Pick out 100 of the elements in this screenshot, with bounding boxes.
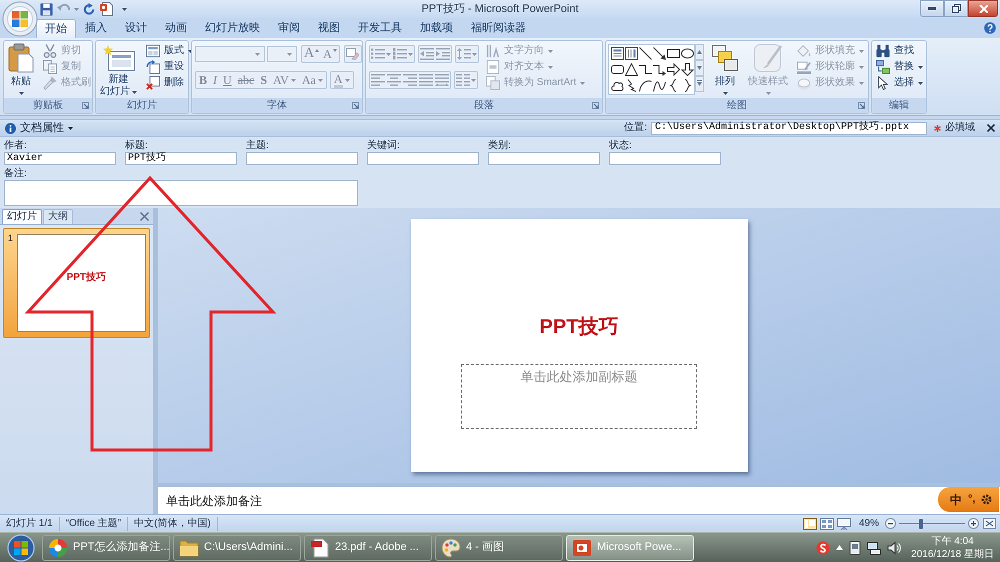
input-field[interactable] (246, 152, 358, 165)
vertical-text-box-icon[interactable] (625, 47, 638, 60)
location-field[interactable]: C:\Users\Administrator\Desktop\PPT技巧.pptx (651, 122, 927, 134)
ribbon-button[interactable]: 新建 幻灯片 (98, 42, 139, 98)
comments-field[interactable] (4, 180, 358, 206)
minimize-button[interactable] (920, 0, 944, 17)
dialog-launcher-icon[interactable] (858, 102, 865, 109)
elbow-arrow-icon[interactable] (653, 63, 666, 76)
curve-icon[interactable] (653, 79, 666, 92)
triangle-up-icon[interactable] (836, 545, 844, 550)
ribbon-tab[interactable]: 插入 (76, 19, 116, 38)
input-field[interactable] (488, 152, 600, 165)
ribbon-button[interactable]: 重设 (144, 59, 195, 75)
arc-icon[interactable] (639, 79, 652, 92)
ribbon-button[interactable]: 选择 (874, 75, 925, 91)
rectangle-icon[interactable] (667, 47, 680, 60)
caret-icon (408, 52, 413, 56)
close-button[interactable] (968, 0, 998, 17)
elbow-connector-icon[interactable] (639, 63, 652, 76)
device-icon[interactable] (849, 540, 862, 554)
box-curved-arrow-icon (146, 60, 160, 74)
eraser-icon (346, 48, 360, 60)
field-label: 标题: (125, 140, 149, 152)
taskbar-button[interactable]: 23.pdf - Adobe ... (304, 534, 432, 560)
slider-thumb[interactable] (918, 518, 923, 528)
cloud-icon[interactable] (611, 79, 624, 92)
triangle-icon[interactable] (625, 63, 638, 76)
text-box-icon[interactable] (611, 47, 624, 60)
folder-icon (179, 538, 199, 558)
slide-thumbnail[interactable]: 1 PPT技巧 (3, 228, 150, 338)
caret-icon (122, 8, 127, 10)
boxes-arrow-icon (876, 60, 890, 74)
ribbon-tab[interactable]: 福昕阅读器 (462, 19, 535, 38)
projector-screen-icon[interactable] (836, 518, 851, 530)
caret-icon (471, 78, 476, 82)
ribbon-button[interactable]: 删除 (144, 75, 195, 91)
zoom-slider[interactable] (899, 518, 965, 528)
dialog-launcher-icon[interactable] (592, 102, 599, 109)
office-button[interactable] (2, 1, 38, 37)
group-label: 编辑 (888, 100, 910, 110)
volume-icon[interactable] (887, 540, 902, 554)
ribbon-button[interactable]: 查找 (874, 43, 925, 59)
binoculars-icon (876, 44, 890, 58)
group-label: 绘图 (726, 100, 748, 110)
ribbon-tab[interactable]: 开始 (36, 19, 76, 38)
zoom-out-icon[interactable] (885, 518, 896, 529)
normal-view-icon[interactable] (802, 518, 817, 530)
status-text: 幻灯片 1/1 (0, 516, 60, 530)
down-arrow-icon[interactable] (681, 63, 694, 76)
right-arrow-icon[interactable] (667, 63, 680, 76)
framed-bar-icon (486, 60, 500, 74)
taskbar-button[interactable]: PPT怎么添加备注... (42, 534, 170, 560)
input-field[interactable]: Xavier (4, 152, 116, 165)
network-icon[interactable] (867, 540, 882, 554)
gear-icon (981, 494, 992, 505)
status-text: “Office 主题” (60, 516, 128, 530)
required-note: 必填域 (945, 123, 975, 133)
rounded-rectangle-icon[interactable] (611, 63, 624, 76)
zoom-in-icon[interactable] (968, 518, 979, 529)
redo-icon[interactable] (83, 2, 96, 16)
taskbar-button[interactable]: 4 - 画图 (435, 534, 563, 560)
input-field[interactable]: PPT技巧 (125, 152, 237, 165)
restore-button[interactable] (944, 0, 968, 17)
save-icon[interactable] (40, 2, 53, 16)
ribbon-button[interactable]: 粘贴 (6, 42, 36, 98)
close-icon[interactable] (987, 124, 995, 132)
pane-tab[interactable]: 大纲 (43, 209, 73, 224)
document-icon[interactable] (100, 2, 113, 16)
line-icon[interactable] (639, 47, 652, 60)
ribbon-tab[interactable]: 开发工具 (349, 19, 411, 38)
s-logo-icon[interactable] (816, 540, 830, 554)
pane-tab[interactable]: 幻灯片 (2, 209, 42, 224)
taskbar-button[interactable]: C:\Users\Admini... (173, 534, 301, 560)
help-icon[interactable] (984, 22, 996, 34)
oval-icon[interactable] (681, 47, 694, 60)
field-label: 主题: (246, 140, 270, 152)
paint-bucket-icon (797, 44, 811, 58)
squiggle-icon[interactable] (625, 79, 638, 92)
ribbon-tab[interactable]: 设计 (116, 19, 156, 38)
location-label: 位置: (624, 123, 647, 133)
ribbon-tab[interactable]: 审阅 (269, 19, 309, 38)
dialog-launcher-icon[interactable] (82, 102, 89, 109)
ribbon-button[interactable]: 排列 (709, 42, 741, 98)
ribbon-button[interactable]: 替换 (874, 59, 925, 75)
slide-number: 1 (6, 234, 14, 243)
delete-icon (146, 76, 160, 90)
caret-icon (287, 52, 292, 56)
info-icon (5, 122, 16, 134)
input-field[interactable] (367, 152, 479, 165)
ribbon-tab[interactable]: 加载项 (411, 19, 462, 38)
input-field[interactable] (609, 152, 721, 165)
framed-x-icon[interactable] (983, 518, 996, 529)
ribbon-tab[interactable]: 幻灯片放映 (196, 19, 269, 38)
dialog-launcher-icon[interactable] (352, 102, 359, 109)
ribbon-tab[interactable]: 视图 (309, 19, 349, 38)
panel-title-button[interactable]: 文档属性 (20, 122, 73, 134)
arrow-line-icon[interactable] (653, 47, 666, 60)
ribbon-tab[interactable]: 动画 (156, 19, 196, 38)
palette-icon (441, 538, 461, 558)
slide-sorter-icon[interactable] (820, 518, 834, 530)
